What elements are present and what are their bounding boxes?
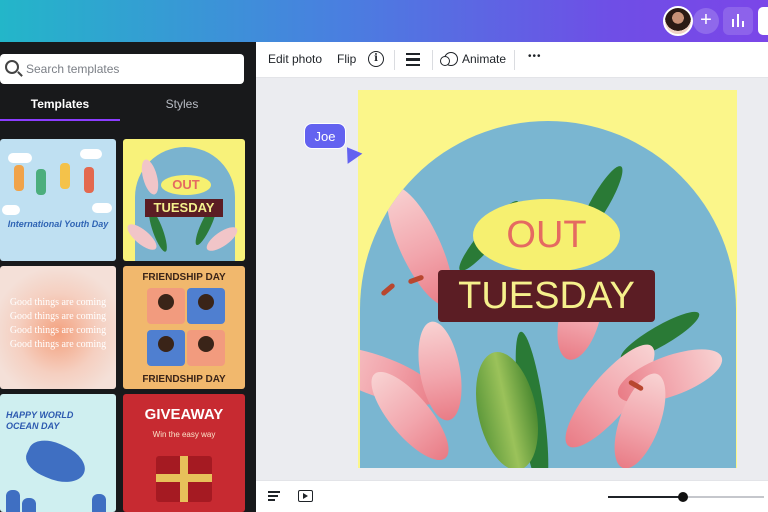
search-box[interactable] [0,54,244,84]
photo-frame [147,288,185,324]
toolbar-divider [432,50,433,70]
animate-icon[interactable] [440,52,458,66]
template-card-out-tuesday[interactable]: OUT TUESDAY [123,139,245,261]
search-icon [5,60,19,74]
more-icon[interactable]: ••• [528,51,542,62]
template-title: HAPPY WORLD OCEAN DAY [6,410,74,431]
info-icon[interactable]: i [368,51,384,67]
bottom-bar [256,480,768,512]
templates-panel: Templates Styles International Youth Day… [0,42,256,512]
zoom-slider-handle[interactable] [677,492,688,502]
photo-frame [187,330,225,366]
cloud [92,203,112,213]
person-figure [36,169,46,195]
template-caption: International Youth Day [7,219,109,229]
template-card-good-things[interactable]: Good things are coming Good things are c… [0,266,116,389]
collaborator-label: Joe [304,123,346,149]
template-tag-text: TUESDAY [145,199,223,217]
template-text-block: Good things are coming Good things are c… [4,296,112,352]
toolbar-divider [514,50,515,70]
tab-templates[interactable]: Templates [0,97,120,121]
person-figure [84,167,94,193]
template-line: Good things are coming [9,339,107,350]
template-line: Good things are coming [9,297,107,308]
coral-shape [22,498,36,512]
template-card-friendship-day[interactable]: FRIENDSHIP DAY FRIENDSHIP DAY [123,266,245,389]
add-icon: + [700,9,712,31]
person-figure [60,163,70,189]
template-card-giveaway[interactable]: GIVEAWAY Win the easy way [123,394,245,512]
photo-frame [187,288,225,324]
photo-frame [147,330,185,366]
lily-anther [380,282,396,297]
template-pill-text: OUT [161,175,211,195]
present-icon[interactable] [298,490,313,502]
person-figure [14,165,24,191]
cloud [2,205,20,215]
zoom-fill [608,496,683,498]
toolbar-divider [394,50,395,70]
gift-box [156,456,212,502]
stingray-shape [21,433,91,491]
editor-toolbar: Edit photo Flip i Animate ••• [256,42,768,78]
edit-photo-button[interactable]: Edit photo [268,52,322,66]
search-input[interactable] [26,54,240,84]
template-line: Good things are coming [9,325,107,336]
share-button[interactable] [758,7,768,35]
flip-button[interactable]: Flip [337,52,356,66]
animate-button[interactable]: Animate [462,52,506,66]
coral-shape [6,490,20,512]
cloud [8,153,32,163]
template-band-text: FRIENDSHIP DAY [142,272,226,283]
design-artboard[interactable]: OUT TUESDAY [358,90,737,468]
cloud [80,149,102,159]
template-line: Good things are coming [9,311,107,322]
template-band-text: FRIENDSHIP DAY [142,374,226,385]
template-subtitle: Win the easy way [152,430,216,439]
coral-shape [92,494,106,512]
headline-pill-text[interactable]: OUT [473,199,620,272]
position-icon[interactable] [406,53,420,66]
zoom-slider[interactable] [608,492,764,502]
insights-button[interactable] [723,7,753,35]
template-title: GIVEAWAY [144,406,224,423]
headline-tag-text[interactable]: TUESDAY [438,270,655,322]
template-card-youth-day[interactable]: International Youth Day [0,139,116,261]
notes-icon[interactable] [268,490,282,502]
user-avatar[interactable] [663,6,693,36]
top-bar: + [0,0,768,42]
template-card-ocean-day[interactable]: HAPPY WORLD OCEAN DAY [0,394,116,512]
tab-styles[interactable]: Styles [120,97,244,121]
add-collaborator-button[interactable]: + [693,8,719,34]
